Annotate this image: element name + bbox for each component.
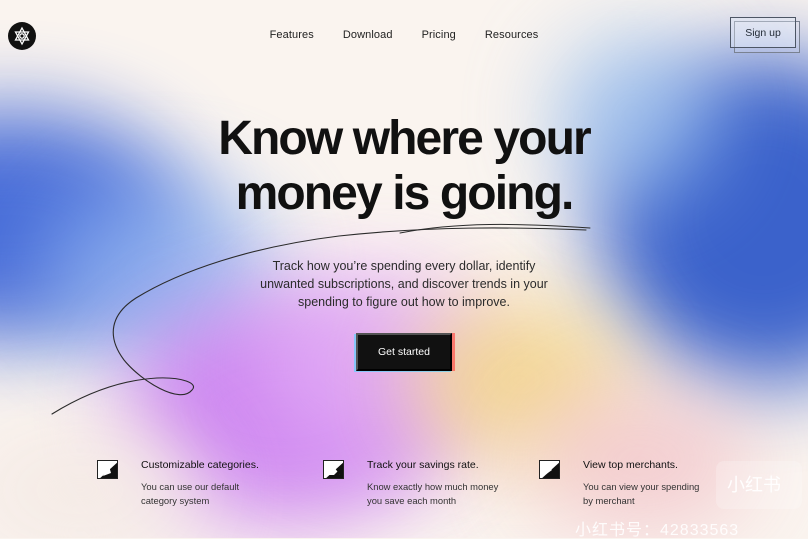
hero-title-line-2: money is going. [235, 167, 575, 220]
nav-resources[interactable]: Resources [485, 29, 538, 41]
signup-button[interactable]: Sign up [730, 17, 796, 48]
feature-description-line: You can view your spending [583, 481, 700, 492]
feature-description: You can view your spending by merchant [583, 480, 709, 508]
feature-title: View top merchants. [583, 459, 678, 471]
feature-description-line: Know exactly how much money [367, 481, 499, 492]
hero-subtitle-line-1: Track how you’re spending every dollar, … [272, 259, 536, 273]
category-icon-graphic [100, 462, 117, 478]
savings-icon-graphic [326, 462, 343, 478]
watermark-badge: 小红书 [716, 461, 802, 509]
feature-description-line: by merchant [583, 495, 635, 506]
hero-subtitle: Track how you’re spending every dollar, … [0, 257, 808, 311]
hero-title-line-1: Know where your [218, 112, 591, 165]
nav-features[interactable]: Features [270, 29, 314, 41]
get-started-button-wrapper[interactable]: Get started [354, 333, 455, 374]
watermark-badge-logo: 小红书 [727, 475, 781, 496]
get-started-button[interactable]: Get started [356, 333, 452, 371]
feature-title: Customizable categories. [141, 459, 259, 471]
savings-icon [323, 460, 344, 479]
watermark-id-text: 小红书号：42833563 [575, 522, 740, 539]
feature-description-line: you save each month [367, 495, 457, 506]
top-navigation: Features Download Pricing Resources [0, 29, 808, 41]
features-section: Customizable categories. You can use our… [0, 459, 808, 519]
feature-description: Know exactly how much money you save eac… [367, 480, 499, 508]
nav-download[interactable]: Download [343, 29, 393, 41]
hero-subtitle-line-2: unwanted subscriptions, and discover tre… [260, 277, 548, 291]
signup-button-wrapper[interactable]: Sign up [730, 17, 802, 54]
feature-description: You can use our default category system [141, 480, 267, 508]
merchant-icon-graphic [542, 462, 559, 478]
landing-page: Features Download Pricing Resources Sign… [0, 0, 808, 539]
feature-description-line: You can use our default [141, 481, 240, 492]
merchant-icon [539, 460, 560, 479]
category-icon [97, 460, 118, 479]
hero-subtitle-line-3: spending to figure out how to improve. [298, 295, 510, 309]
nav-pricing[interactable]: Pricing [422, 29, 456, 41]
feature-title: Track your savings rate. [367, 459, 479, 471]
feature-description-line: category system [141, 495, 210, 506]
watermark-badge-text: 小红书 [727, 475, 781, 496]
hero-title: Know where your money is going. [0, 111, 808, 221]
